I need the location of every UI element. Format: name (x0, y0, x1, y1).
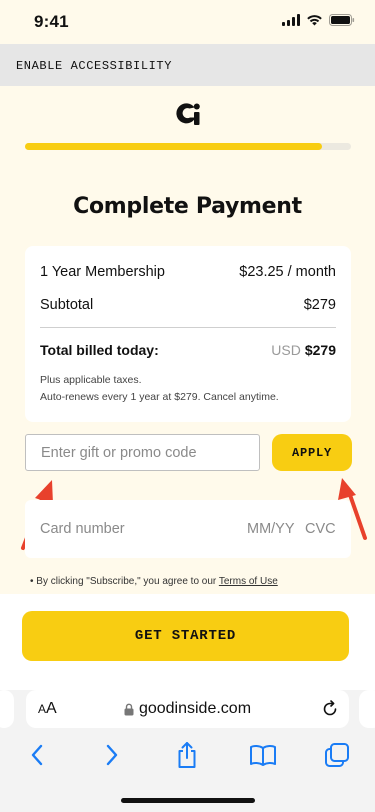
home-indicator (121, 798, 255, 803)
membership-row: 1 Year Membership $23.25 / month (40, 264, 336, 280)
terms-prefix: By clicking "Subscribe," you agree to ou… (36, 576, 219, 587)
promo-code-input[interactable] (25, 434, 260, 471)
card-cvc-field[interactable]: CVC (305, 521, 336, 537)
card-number-field[interactable]: Card number (40, 521, 125, 537)
get-started-button[interactable]: GET STARTED (22, 611, 349, 661)
next-tab-peek[interactable] (359, 690, 375, 728)
subtotal-value: $279 (303, 297, 336, 313)
total-value: $279 (304, 342, 336, 358)
terms-notice: • By clicking "Subscribe," you agree to … (30, 576, 278, 587)
browser-address-area: AA goodinside.com (0, 690, 375, 732)
goodinside-logo (174, 100, 202, 126)
screen: 9:41 ENABLE ACCESSIBILITY Complete Payme… (0, 0, 375, 812)
taxes-note: Plus applicable taxes. (40, 374, 142, 386)
summary-divider (40, 327, 336, 328)
previous-tab-peek[interactable] (0, 690, 14, 728)
status-time: 9:41 (34, 12, 69, 31)
card-expiry-field[interactable]: MM/YY (247, 521, 295, 537)
apply-button[interactable]: APPLY (272, 434, 352, 471)
membership-label: 1 Year Membership (40, 264, 165, 280)
tabs-icon[interactable] (322, 740, 352, 770)
bookmarks-icon[interactable] (248, 740, 278, 770)
cta-area: GET STARTED (0, 594, 375, 690)
share-icon[interactable] (172, 740, 202, 770)
lock-icon (124, 703, 134, 716)
page-title: Complete Payment (73, 194, 302, 219)
cellular-signal-icon (282, 14, 300, 26)
subtotal-row: Subtotal $279 (40, 297, 336, 313)
total-currency: USD (271, 342, 301, 358)
status-bar: 9:41 (0, 0, 375, 44)
auto-renew-note: Auto-renews every 1 year at $279. Cancel… (40, 391, 279, 403)
total-amount: USD $279 (271, 342, 336, 358)
subtotal-label: Subtotal (40, 297, 94, 313)
browser-toolbar (0, 732, 375, 812)
total-label: Total billed today: (40, 342, 159, 358)
forward-icon[interactable] (97, 740, 127, 770)
url-display[interactable]: goodinside.com (26, 690, 349, 728)
enable-accessibility-bar[interactable]: ENABLE ACCESSIBILITY (0, 44, 375, 86)
membership-price: $23.25 / month (239, 264, 336, 280)
reload-icon[interactable] (321, 700, 339, 723)
url-text: goodinside.com (138, 700, 252, 717)
progress-fill (25, 143, 322, 150)
terms-of-use-link[interactable]: Terms of Use (219, 576, 278, 587)
enable-accessibility-link[interactable]: ENABLE ACCESSIBILITY (16, 59, 172, 73)
status-icons (282, 14, 355, 26)
total-row: Total billed today: USD $279 (40, 342, 336, 358)
order-summary-card: 1 Year Membership $23.25 / month Subtota… (25, 246, 351, 422)
battery-icon (329, 14, 355, 26)
card-input-field[interactable]: Card number MM/YY CVC (25, 500, 351, 558)
progress-bar (25, 143, 351, 150)
address-bar[interactable]: AA goodinside.com (26, 690, 349, 728)
wifi-icon (306, 14, 323, 26)
back-icon[interactable] (22, 740, 52, 770)
